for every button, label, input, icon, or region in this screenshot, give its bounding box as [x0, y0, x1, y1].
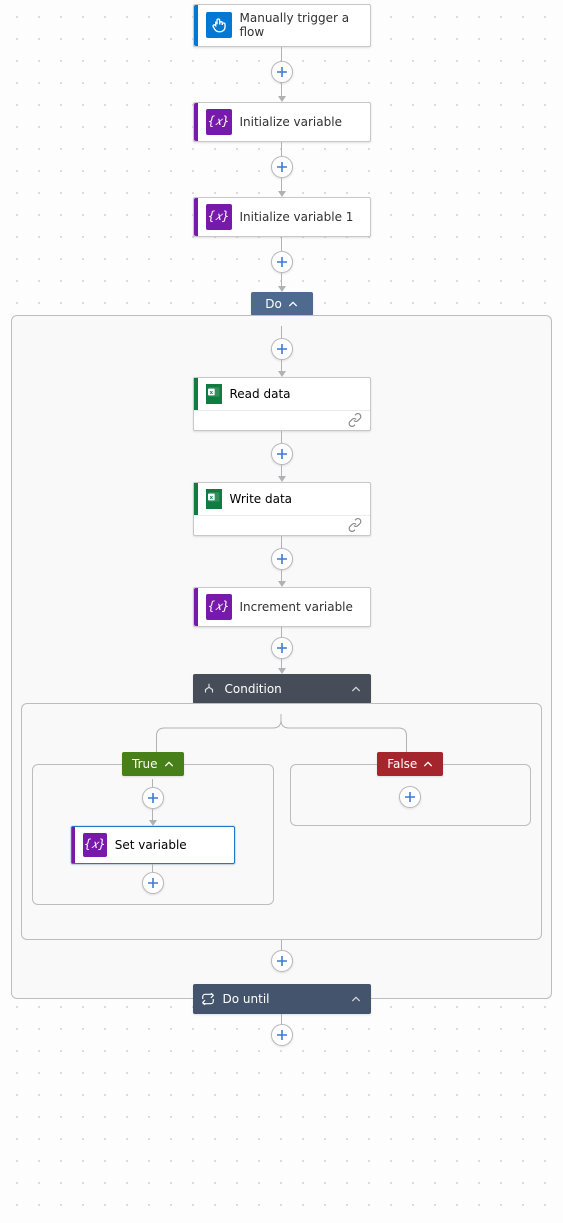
- connector: [271, 1014, 293, 1046]
- touch-icon: [206, 12, 232, 38]
- plus-icon: [276, 256, 288, 268]
- false-header[interactable]: False: [377, 752, 443, 776]
- plus-icon: [404, 791, 416, 803]
- plus-icon: [276, 448, 288, 460]
- add-step-button[interactable]: [271, 338, 293, 360]
- link-icon: [348, 413, 362, 427]
- add-step-button[interactable]: [271, 637, 293, 659]
- plus-icon: [276, 161, 288, 173]
- chevron-up-icon: [164, 759, 174, 769]
- variable-icon: {𝑥}: [206, 204, 232, 230]
- plus-icon: [147, 792, 159, 804]
- trigger-card[interactable]: Manually trigger a flow: [193, 4, 371, 47]
- increment-variable-card[interactable]: {𝑥} Increment variable: [193, 587, 371, 627]
- connector: [271, 627, 293, 674]
- init-var-1-label: Initialize variable 1: [240, 210, 362, 224]
- variable-icon: {𝑥}: [206, 594, 232, 620]
- loop-icon: [201, 992, 215, 1006]
- set-variable-card[interactable]: {𝑥} Set variable: [71, 826, 235, 864]
- accent-bar: [72, 827, 75, 863]
- connector: [271, 940, 293, 972]
- write-data-card[interactable]: x Write data: [193, 482, 371, 536]
- connector: [271, 47, 293, 102]
- read-data-label: Read data: [230, 387, 291, 401]
- initialize-variable-card[interactable]: {𝑥} Initialize variable: [193, 102, 371, 142]
- plus-icon: [276, 955, 288, 967]
- add-step-button[interactable]: [142, 787, 164, 809]
- variable-icon: {𝑥}: [206, 109, 232, 135]
- plus-icon: [276, 66, 288, 78]
- plus-icon: [147, 877, 159, 889]
- condition-label: Condition: [225, 682, 343, 696]
- accent-bar: [194, 483, 198, 515]
- chevron-up-icon: [423, 759, 433, 769]
- false-label: False: [387, 757, 417, 771]
- false-branch: False: [290, 752, 532, 826]
- variable-icon: {𝑥}: [83, 833, 107, 857]
- plus-icon: [276, 1029, 288, 1041]
- connector: [271, 536, 293, 587]
- true-branch-box: {𝑥} Set variable: [32, 764, 274, 905]
- chevron-up-icon: [351, 684, 361, 694]
- true-branch: True {𝑥} Set variable: [32, 752, 274, 905]
- init-var-label: Initialize variable: [240, 115, 362, 129]
- add-step-button[interactable]: [271, 548, 293, 570]
- write-data-label: Write data: [230, 492, 293, 506]
- connector: [271, 431, 293, 482]
- add-step-button[interactable]: [271, 1024, 293, 1046]
- add-step-button[interactable]: [271, 251, 293, 273]
- do-until-header[interactable]: Do until: [193, 984, 371, 1014]
- svg-text:x: x: [209, 495, 213, 501]
- chevron-up-icon: [351, 994, 361, 1004]
- add-step-button[interactable]: [271, 443, 293, 465]
- svg-text:x: x: [209, 390, 213, 396]
- chevron-up-icon: [288, 299, 298, 309]
- initialize-variable-1-card[interactable]: {𝑥} Initialize variable 1: [193, 197, 371, 237]
- connector: [271, 237, 293, 292]
- accent-bar: [194, 5, 198, 46]
- condition-icon: [201, 681, 217, 697]
- set-var-label: Set variable: [115, 838, 187, 852]
- excel-icon: x: [206, 489, 222, 509]
- accent-bar: [194, 378, 198, 410]
- plus-icon: [276, 642, 288, 654]
- true-label: True: [132, 757, 158, 771]
- read-data-card[interactable]: x Read data: [193, 377, 371, 431]
- do-scope: x Read data x Write data: [11, 315, 552, 999]
- condition-scope: True {𝑥} Set variable: [21, 703, 542, 940]
- accent-bar: [194, 588, 198, 626]
- plus-icon: [276, 343, 288, 355]
- condition-header[interactable]: Condition: [193, 674, 371, 704]
- do-until-label: Do until: [223, 992, 343, 1006]
- accent-bar: [194, 198, 198, 236]
- accent-bar: [194, 103, 198, 141]
- add-step-button[interactable]: [142, 872, 164, 894]
- connector: [142, 864, 164, 894]
- add-step-button[interactable]: [271, 156, 293, 178]
- connector: [271, 142, 293, 197]
- connector: [142, 779, 164, 826]
- excel-icon: x: [206, 384, 222, 404]
- add-step-button[interactable]: [271, 950, 293, 972]
- branch-connector: [32, 714, 531, 754]
- trigger-label: Manually trigger a flow: [240, 11, 362, 40]
- add-step-button[interactable]: [271, 61, 293, 83]
- link-icon: [348, 518, 362, 532]
- increment-var-label: Increment variable: [240, 600, 362, 614]
- true-header[interactable]: True: [122, 752, 184, 776]
- add-step-button[interactable]: [399, 786, 421, 808]
- plus-icon: [276, 553, 288, 565]
- do-header[interactable]: Do: [251, 292, 313, 316]
- connector: [271, 326, 293, 377]
- do-label: Do: [265, 297, 282, 311]
